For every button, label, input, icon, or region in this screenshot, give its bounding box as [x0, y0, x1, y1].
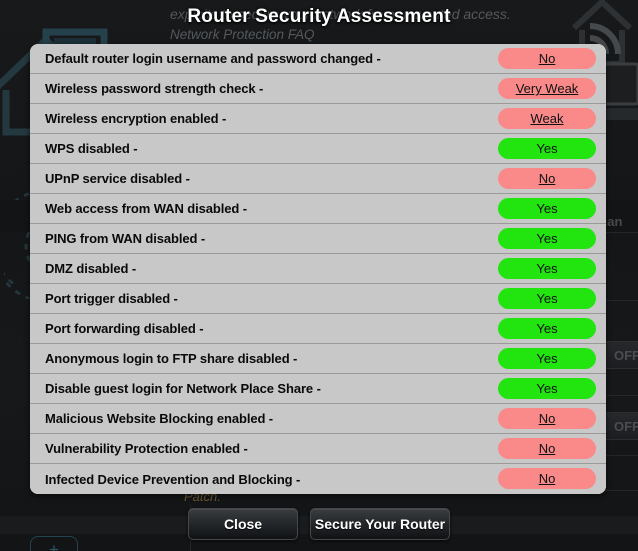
router-security-assessment-dialog: exploits to secure your network from unw…	[0, 0, 638, 551]
assessment-row-label: Port forwarding disabled -	[45, 321, 204, 336]
assessment-row: PING from WAN disabled - Yes	[30, 224, 606, 254]
assessment-row-label: Web access from WAN disabled -	[45, 201, 247, 216]
status-badge: Yes	[498, 348, 596, 369]
assessment-row-label: Vulnerability Protection enabled -	[45, 441, 248, 456]
assessment-row-label: Disable guest login for Network Place Sh…	[45, 381, 321, 396]
secure-your-router-button[interactable]: Secure Your Router	[310, 508, 450, 540]
status-badge: Yes	[498, 138, 596, 159]
status-badge[interactable]: Weak	[498, 108, 596, 129]
status-badge[interactable]: No	[498, 168, 596, 189]
status-badge[interactable]: Very Weak	[498, 78, 596, 99]
assessment-row: Default router login username and passwo…	[30, 44, 606, 74]
assessment-row-label: PING from WAN disabled -	[45, 231, 206, 246]
assessment-row-label: Port trigger disabled -	[45, 291, 178, 306]
assessment-row: Anonymous login to FTP share disabled - Y…	[30, 344, 606, 374]
assessment-row: Wireless encryption enabled - Weak	[30, 104, 606, 134]
assessment-row-label: Anonymous login to FTP share disabled -	[45, 351, 298, 366]
assessment-row: WPS disabled - Yes	[30, 134, 606, 164]
status-badge: Yes	[498, 378, 596, 399]
status-badge: Yes	[498, 198, 596, 219]
close-button[interactable]: Close	[188, 508, 298, 540]
page-title: Router Security Assessment	[187, 6, 451, 27]
assessment-row: Port trigger disabled - Yes	[30, 284, 606, 314]
assessment-row: Disable guest login for Network Place Sh…	[30, 374, 606, 404]
assessment-row: Port forwarding disabled - Yes	[30, 314, 606, 344]
assessment-row-label: Wireless encryption enabled -	[45, 111, 227, 126]
assessment-row-label: Wireless password strength check -	[45, 81, 264, 96]
status-badge: Yes	[498, 258, 596, 279]
bg-toggle-off-1[interactable]: OFF	[602, 341, 638, 369]
assessment-row-label: Malicious Website Blocking enabled -	[45, 411, 274, 426]
bg-faq-link[interactable]: Network Protection FAQ	[170, 27, 315, 42]
status-badge: Yes	[498, 228, 596, 249]
status-badge[interactable]: No	[498, 408, 596, 429]
assessment-list: Default router login username and passwo…	[30, 44, 606, 494]
status-badge: Yes	[498, 288, 596, 309]
status-badge[interactable]: No	[498, 468, 596, 489]
assessment-row: Web access from WAN disabled - Yes	[30, 194, 606, 224]
assessment-row: Wireless password strength check - Very W…	[30, 74, 606, 104]
dialog-footer: Close Secure Your Router	[0, 508, 638, 540]
assessment-row-label: Infected Device Prevention and Blocking …	[45, 471, 301, 487]
assessment-row-label: UPnP service disabled -	[45, 171, 190, 186]
status-badge[interactable]: No	[498, 48, 596, 69]
assessment-row-label: DMZ disabled -	[45, 261, 137, 276]
bg-toggle-off-2[interactable]: OFF	[602, 412, 638, 440]
assessment-row: Infected Device Prevention and Blocking …	[30, 464, 606, 494]
assessment-row-label: Default router login username and passwo…	[45, 51, 381, 66]
assessment-row: UPnP service disabled - No	[30, 164, 606, 194]
status-badge[interactable]: No	[498, 438, 596, 459]
assessment-row-label: WPS disabled -	[45, 141, 138, 156]
assessment-row: DMZ disabled - Yes	[30, 254, 606, 284]
assessment-row: Malicious Website Blocking enabled - No	[30, 404, 606, 434]
assessment-row: Vulnerability Protection enabled - No	[30, 434, 606, 464]
status-badge: Yes	[498, 318, 596, 339]
